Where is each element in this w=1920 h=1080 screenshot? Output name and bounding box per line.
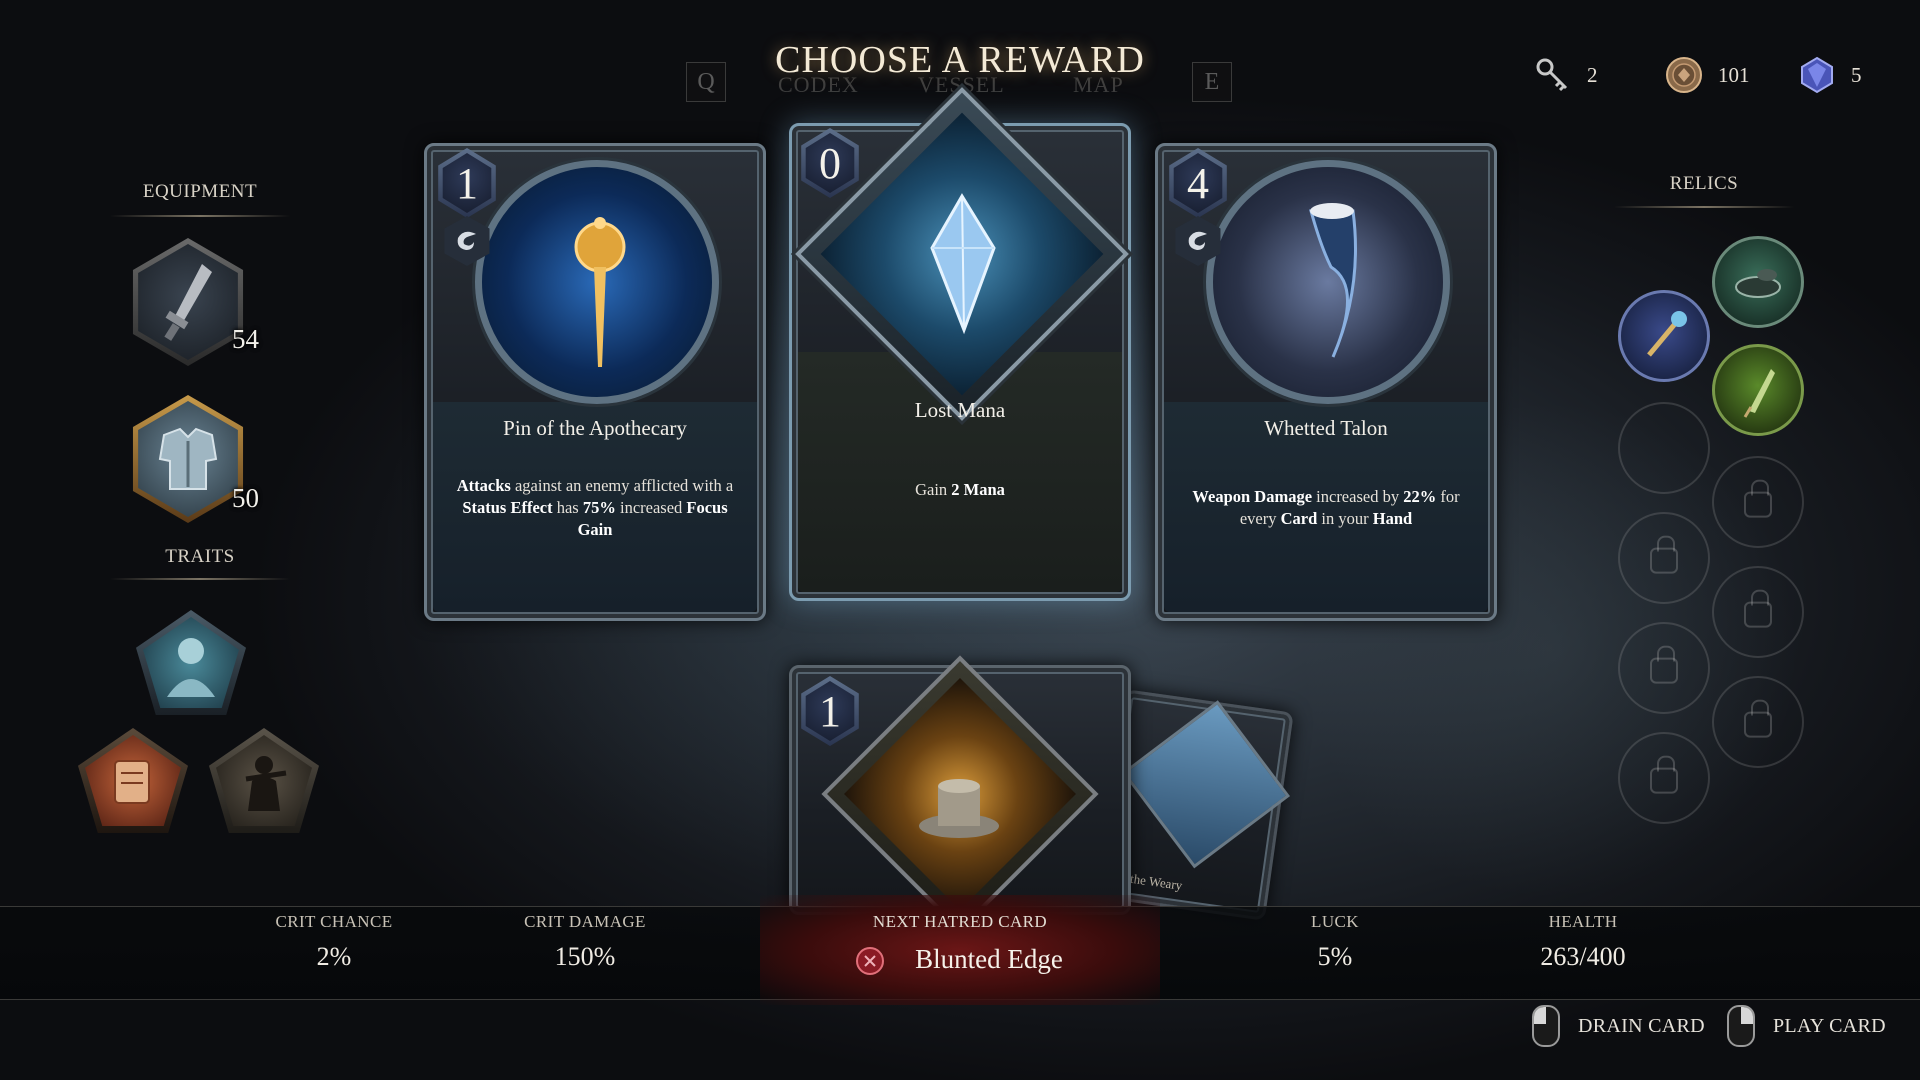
quill-relic-icon bbox=[1743, 369, 1775, 418]
hatred-value: Blunted Edge bbox=[915, 944, 1063, 974]
card-art-frame bbox=[1121, 700, 1291, 869]
relic-slot[interactable] bbox=[1712, 236, 1804, 328]
card-description: Weapon Damage increased by 22% for every… bbox=[1184, 486, 1468, 530]
reward-card-pin-of-the-apothecary[interactable]: 1 Pin of the Apothecary Attacks against … bbox=[424, 143, 766, 621]
currency-crystals: 5 bbox=[1797, 55, 1862, 95]
lock-icon bbox=[1744, 479, 1772, 518]
talon-icon bbox=[1309, 203, 1357, 358]
relic-slot[interactable] bbox=[1712, 344, 1804, 436]
stat-value: 150% bbox=[554, 942, 616, 971]
currency-value: 101 bbox=[1718, 62, 1750, 87]
sword-icon bbox=[164, 264, 212, 341]
coin-stack-icon bbox=[919, 779, 999, 838]
stat-label: LUCK bbox=[1311, 912, 1359, 931]
keyword: Card bbox=[1280, 509, 1318, 528]
relic-slot-locked bbox=[1712, 456, 1804, 548]
currency-value: 5 bbox=[1851, 62, 1862, 87]
relic-slot[interactable] bbox=[1618, 290, 1710, 382]
armor-icon bbox=[158, 427, 218, 490]
relic-slot-locked bbox=[1712, 566, 1804, 658]
dragon-class-icon bbox=[457, 231, 476, 250]
card-art-portal bbox=[1206, 160, 1450, 404]
card-cost: 1 bbox=[801, 676, 859, 746]
pin-icon bbox=[574, 217, 626, 367]
currency-coins: 101 bbox=[1664, 55, 1750, 95]
card-cost: 0 bbox=[801, 128, 859, 198]
traits-title: TRAITS bbox=[165, 546, 235, 567]
relic-slot-locked bbox=[1618, 512, 1710, 604]
relic-slot-locked bbox=[1618, 732, 1710, 824]
mana-crystal-icon bbox=[930, 193, 996, 335]
key-icon bbox=[1533, 55, 1573, 95]
keyword: Hand bbox=[1372, 509, 1413, 528]
figure-icon bbox=[245, 756, 287, 811]
equipment-title: EQUIPMENT bbox=[142, 181, 258, 202]
lock-icon bbox=[1650, 535, 1678, 574]
description-text: increased by bbox=[1312, 487, 1404, 506]
relic-slot-locked bbox=[1618, 622, 1710, 714]
lock-icon bbox=[1650, 755, 1678, 794]
stat-label: HEALTH bbox=[1548, 912, 1618, 931]
stat-value: 263/400 bbox=[1540, 942, 1626, 971]
divider bbox=[110, 578, 290, 580]
hand-card-front[interactable]: 1 bbox=[789, 655, 1131, 933]
staff-relic-icon bbox=[1647, 311, 1687, 357]
trait-slot[interactable] bbox=[78, 728, 188, 833]
keyword: 75% bbox=[582, 498, 616, 517]
weapon-level: 54 bbox=[232, 324, 259, 354]
relic-slot-empty[interactable] bbox=[1618, 402, 1710, 494]
currency-keys: 2 bbox=[1533, 55, 1598, 95]
description-text: in your bbox=[1317, 509, 1373, 528]
relic-slot-locked bbox=[1712, 676, 1804, 768]
drain-card-control[interactable]: DRAIN CARD bbox=[1532, 1004, 1705, 1048]
mouse-left-click-icon bbox=[1532, 1005, 1560, 1047]
card-name: Pin of the Apothecary bbox=[503, 416, 687, 440]
stat-value: 5% bbox=[1317, 942, 1353, 971]
control-label: PLAY CARD bbox=[1773, 1014, 1886, 1037]
lock-icon bbox=[1744, 589, 1772, 628]
description-text: increased bbox=[615, 498, 687, 517]
card-description: Attacks against an enemy afflicted with … bbox=[453, 475, 737, 541]
keyword: 22% bbox=[1403, 487, 1437, 506]
card-name: Whetted Talon bbox=[1264, 416, 1388, 440]
description-text: has bbox=[552, 498, 583, 517]
bowl-relic-icon bbox=[1735, 269, 1781, 298]
dragon-class-icon bbox=[1188, 231, 1207, 250]
keyword: 2 Mana bbox=[951, 480, 1005, 499]
trait-slot[interactable] bbox=[136, 610, 246, 715]
play-card-control[interactable]: PLAY CARD bbox=[1727, 1004, 1886, 1048]
description-text: against an enemy afflicted with a bbox=[510, 476, 734, 495]
divider bbox=[110, 215, 290, 217]
stat-value: 2% bbox=[316, 942, 352, 971]
control-label: DRAIN CARD bbox=[1578, 1014, 1705, 1037]
keyword: Weapon Damage bbox=[1192, 487, 1313, 506]
divider bbox=[1614, 206, 1794, 208]
warrior-portrait-icon bbox=[167, 638, 215, 697]
stat-label: CRIT CHANCE bbox=[275, 912, 393, 931]
card-description: Gain 2 Mana bbox=[818, 479, 1102, 501]
card-name: Lost Mana bbox=[914, 398, 1006, 422]
keyword: Status Effect bbox=[462, 498, 553, 517]
crystal-icon bbox=[1797, 55, 1837, 95]
lock-icon bbox=[1744, 699, 1772, 738]
page-title: CHOOSE A REWARD bbox=[775, 39, 1145, 81]
keyword: Attacks bbox=[456, 476, 511, 495]
stat-label: CRIT DAMAGE bbox=[524, 912, 646, 931]
relics-title: RELICS bbox=[1669, 173, 1739, 194]
reward-card-whetted-talon[interactable]: 4 Whetted Talon Weapon Damage increased … bbox=[1155, 143, 1497, 621]
trait-slot[interactable] bbox=[209, 728, 319, 833]
mouse-right-click-icon bbox=[1727, 1005, 1755, 1047]
lock-icon bbox=[1650, 645, 1678, 684]
armor-level: 50 bbox=[232, 483, 259, 513]
coin-icon bbox=[1664, 55, 1704, 95]
scroll-icon bbox=[114, 760, 150, 804]
description-text: Gain bbox=[915, 480, 952, 499]
reward-card-lost-mana[interactable]: 0 Lost Mana Gain 2 Mana bbox=[789, 87, 1131, 601]
hatred-label: NEXT HATRED CARD bbox=[872, 912, 1048, 931]
currency-value: 2 bbox=[1587, 62, 1598, 87]
card-art-portal bbox=[475, 160, 719, 404]
